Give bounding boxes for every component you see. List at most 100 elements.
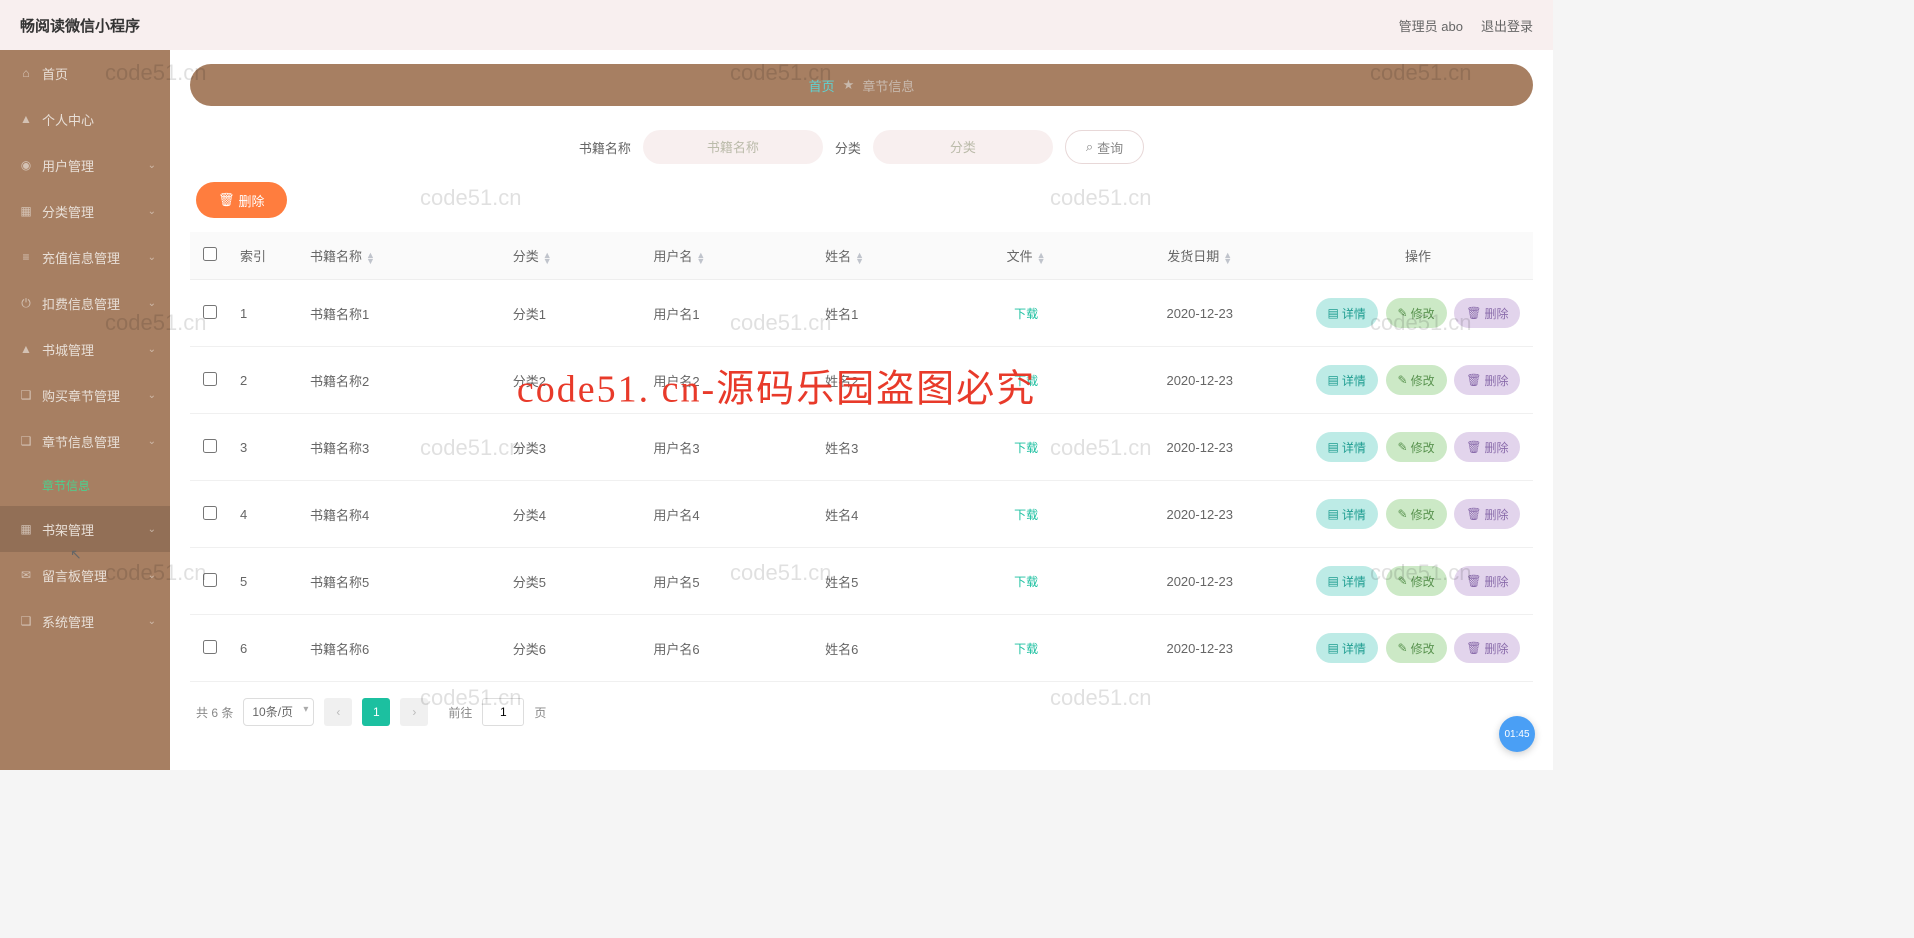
sidebar-item[interactable]: ▲个人中心 bbox=[0, 96, 170, 142]
sidebar-item[interactable]: ▦书架管理⌄ bbox=[0, 506, 170, 552]
cell-book: 书籍名称1 bbox=[300, 280, 503, 347]
download-link[interactable]: 下载 bbox=[1014, 441, 1038, 455]
cell-index: 3 bbox=[230, 414, 300, 481]
edit-button[interactable]: ✎ 修改 bbox=[1386, 365, 1447, 395]
delete-button[interactable]: 🗑 删除 bbox=[1454, 298, 1520, 328]
sidebar-item[interactable]: ▦分类管理⌄ bbox=[0, 188, 170, 234]
download-link[interactable]: 下载 bbox=[1014, 374, 1038, 388]
delete-button[interactable]: 🗑 删除 bbox=[1454, 566, 1520, 596]
edit-button[interactable]: ✎ 修改 bbox=[1386, 499, 1447, 529]
goto-page-input[interactable] bbox=[482, 698, 524, 726]
goto-prefix: 前往 bbox=[448, 704, 472, 721]
sort-icon[interactable]: ▲▼ bbox=[1223, 252, 1232, 264]
time-badge: 01:45 bbox=[1499, 716, 1535, 752]
nav-label: 首页 bbox=[42, 64, 68, 83]
nav-label: 用户管理 bbox=[42, 156, 94, 175]
edit-button[interactable]: ✎ 修改 bbox=[1386, 633, 1447, 663]
col-book[interactable]: 书籍名称 bbox=[310, 249, 362, 264]
prev-page-button[interactable]: ‹ bbox=[324, 698, 352, 726]
bulk-delete-button[interactable]: 🗑 删除 bbox=[196, 182, 287, 218]
nav-icon: ⌂ bbox=[18, 65, 34, 81]
cell-index: 5 bbox=[230, 548, 300, 615]
col-category[interactable]: 分类 bbox=[513, 249, 539, 264]
table-row: 5 书籍名称5 分类5 用户名5 姓名5 下载 2020-12-23 ▤ 详情 … bbox=[190, 548, 1533, 615]
row-checkbox[interactable] bbox=[203, 305, 217, 319]
header-right: 管理员 abo 退出登录 bbox=[1399, 16, 1533, 35]
row-checkbox[interactable] bbox=[203, 372, 217, 386]
row-checkbox[interactable] bbox=[203, 506, 217, 520]
chevron-down-icon: ⌄ bbox=[148, 344, 156, 355]
select-all-checkbox[interactable] bbox=[203, 247, 217, 261]
cell-index: 6 bbox=[230, 615, 300, 682]
nav-label: 章节信息管理 bbox=[42, 432, 120, 451]
download-link[interactable]: 下载 bbox=[1014, 642, 1038, 656]
sort-icon[interactable]: ▲▼ bbox=[543, 252, 552, 264]
doc-icon: ▤ bbox=[1328, 507, 1339, 521]
row-checkbox[interactable] bbox=[203, 640, 217, 654]
delete-button[interactable]: 🗑 删除 bbox=[1454, 432, 1520, 462]
sort-icon[interactable]: ▲▼ bbox=[366, 252, 375, 264]
col-user[interactable]: 用户名 bbox=[653, 249, 692, 264]
detail-button[interactable]: ▤ 详情 bbox=[1316, 499, 1378, 529]
doc-icon: ▤ bbox=[1328, 574, 1339, 588]
cell-index: 2 bbox=[230, 347, 300, 414]
delete-button[interactable]: 🗑 删除 bbox=[1454, 365, 1520, 395]
search-input-book[interactable] bbox=[643, 130, 823, 164]
detail-button[interactable]: ▤ 详情 bbox=[1316, 298, 1378, 328]
sort-icon[interactable]: ▲▼ bbox=[855, 252, 864, 264]
page-number-button[interactable]: 1 bbox=[362, 698, 390, 726]
detail-button[interactable]: ▤ 详情 bbox=[1316, 566, 1378, 596]
detail-button[interactable]: ▤ 详情 bbox=[1316, 365, 1378, 395]
cell-date: 2020-12-23 bbox=[1096, 347, 1303, 414]
row-checkbox[interactable] bbox=[203, 439, 217, 453]
sidebar-item[interactable]: ⌂ 首页 bbox=[0, 50, 170, 96]
col-date[interactable]: 发货日期 bbox=[1167, 249, 1219, 264]
nav-label: 系统管理 bbox=[42, 612, 94, 631]
goto-suffix: 页 bbox=[534, 704, 546, 721]
cell-book: 书籍名称6 bbox=[300, 615, 503, 682]
breadcrumb-home[interactable]: 首页 bbox=[809, 76, 835, 95]
sidebar-item[interactable]: ❑系统管理⌄ bbox=[0, 598, 170, 644]
edit-icon: ✎ bbox=[1398, 507, 1408, 521]
sidebar-subitem-active[interactable]: 章节信息 bbox=[0, 464, 170, 506]
cell-user: 用户名3 bbox=[643, 414, 815, 481]
cell-user: 用户名2 bbox=[643, 347, 815, 414]
sidebar-item[interactable]: ◉用户管理⌄ bbox=[0, 142, 170, 188]
sort-icon[interactable]: ▲▼ bbox=[696, 252, 705, 264]
delete-button[interactable]: 🗑 删除 bbox=[1454, 499, 1520, 529]
cell-user: 用户名4 bbox=[643, 481, 815, 548]
col-name[interactable]: 姓名 bbox=[825, 249, 851, 264]
detail-button[interactable]: ▤ 详情 bbox=[1316, 432, 1378, 462]
sidebar-item[interactable]: ⏻扣费信息管理⌄ bbox=[0, 280, 170, 326]
delete-button[interactable]: 🗑 删除 bbox=[1454, 633, 1520, 663]
sidebar-item[interactable]: ❑章节信息管理⌄ bbox=[0, 418, 170, 464]
sidebar-item[interactable]: ▲书城管理⌄ bbox=[0, 326, 170, 372]
detail-button[interactable]: ▤ 详情 bbox=[1316, 633, 1378, 663]
next-page-button[interactable]: › bbox=[400, 698, 428, 726]
doc-icon: ▤ bbox=[1328, 373, 1339, 387]
search-input-category[interactable] bbox=[873, 130, 1053, 164]
admin-label[interactable]: 管理员 abo bbox=[1399, 16, 1463, 35]
sidebar-item[interactable]: ≡充值信息管理⌄ bbox=[0, 234, 170, 280]
edit-icon: ✎ bbox=[1398, 440, 1408, 454]
download-link[interactable]: 下载 bbox=[1014, 575, 1038, 589]
sidebar-item[interactable]: ✉留言板管理⌄ bbox=[0, 552, 170, 598]
sidebar-item[interactable]: ❑购买章节管理⌄ bbox=[0, 372, 170, 418]
nav-label: 购买章节管理 bbox=[42, 386, 120, 405]
col-file[interactable]: 文件 bbox=[1007, 249, 1033, 264]
cell-index: 4 bbox=[230, 481, 300, 548]
download-link[interactable]: 下载 bbox=[1014, 307, 1038, 321]
query-button[interactable]: ⌕ 查询 bbox=[1065, 130, 1144, 164]
cell-name: 姓名6 bbox=[815, 615, 956, 682]
sort-icon[interactable]: ▲▼ bbox=[1037, 252, 1046, 264]
cell-name: 姓名5 bbox=[815, 548, 956, 615]
edit-button[interactable]: ✎ 修改 bbox=[1386, 298, 1447, 328]
col-index[interactable]: 索引 bbox=[240, 249, 266, 264]
page-size-select[interactable]: 10条/页 bbox=[243, 698, 314, 726]
row-checkbox[interactable] bbox=[203, 573, 217, 587]
edit-button[interactable]: ✎ 修改 bbox=[1386, 432, 1447, 462]
download-link[interactable]: 下载 bbox=[1014, 508, 1038, 522]
edit-button[interactable]: ✎ 修改 bbox=[1386, 566, 1447, 596]
chevron-down-icon: ⌄ bbox=[148, 616, 156, 627]
logout-link[interactable]: 退出登录 bbox=[1481, 16, 1533, 35]
